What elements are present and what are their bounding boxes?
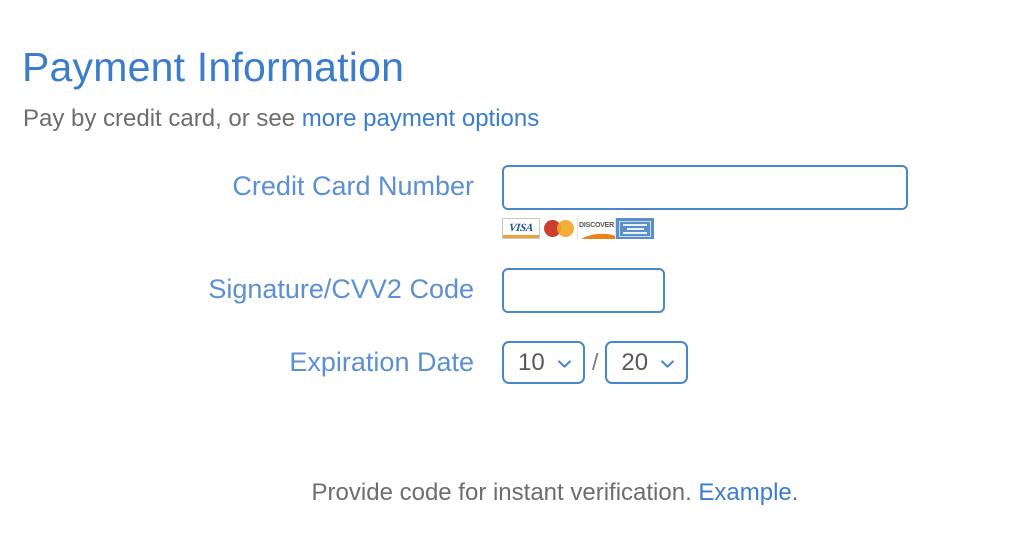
verification-note: Provide code for instant verification. E… bbox=[0, 478, 1024, 508]
cvv-input[interactable] bbox=[502, 268, 665, 313]
payment-subtitle: Pay by credit card, or see more payment … bbox=[23, 104, 539, 134]
cvv-label: Signature/CVV2 Code bbox=[208, 274, 474, 304]
visa-icon-label: VISA bbox=[508, 222, 534, 234]
expiration-year-select-wrapper[interactable]: 20 bbox=[605, 341, 689, 384]
american-express-icon bbox=[616, 218, 654, 239]
expiration-date-label: Expiration Date bbox=[289, 347, 474, 377]
verification-note-text: Provide code for instant verification. bbox=[311, 479, 699, 506]
expiration-separator: / bbox=[592, 349, 599, 375]
visa-icon: VISA bbox=[502, 218, 540, 239]
verification-note-suffix: . bbox=[791, 479, 799, 506]
expiration-month-select[interactable]: 10 bbox=[504, 343, 583, 382]
mastercard-icon bbox=[540, 218, 578, 239]
mastercard-icon-circles bbox=[543, 220, 574, 237]
expiration-date-controls: 10 / 20 bbox=[502, 341, 689, 384]
payment-information-page: Payment Information Pay by credit card, … bbox=[0, 0, 1024, 559]
subtitle-text: Pay by credit card, or see bbox=[23, 105, 302, 132]
expiration-month-select-wrapper[interactable]: 10 bbox=[502, 341, 585, 384]
american-express-icon-mark bbox=[619, 220, 651, 237]
discover-icon-label: DISCOVER bbox=[579, 222, 614, 229]
more-payment-options-link[interactable]: more payment options bbox=[302, 105, 539, 132]
page-title: Payment Information bbox=[22, 44, 405, 91]
credit-card-number-input[interactable] bbox=[502, 165, 908, 210]
example-link[interactable]: Example bbox=[698, 479, 791, 506]
credit-card-number-label: Credit Card Number bbox=[232, 171, 474, 201]
discover-icon: DISCOVER bbox=[578, 218, 616, 239]
accepted-card-brands: VISA DISCOVER bbox=[502, 218, 654, 239]
expiration-year-select[interactable]: 20 bbox=[607, 343, 687, 382]
